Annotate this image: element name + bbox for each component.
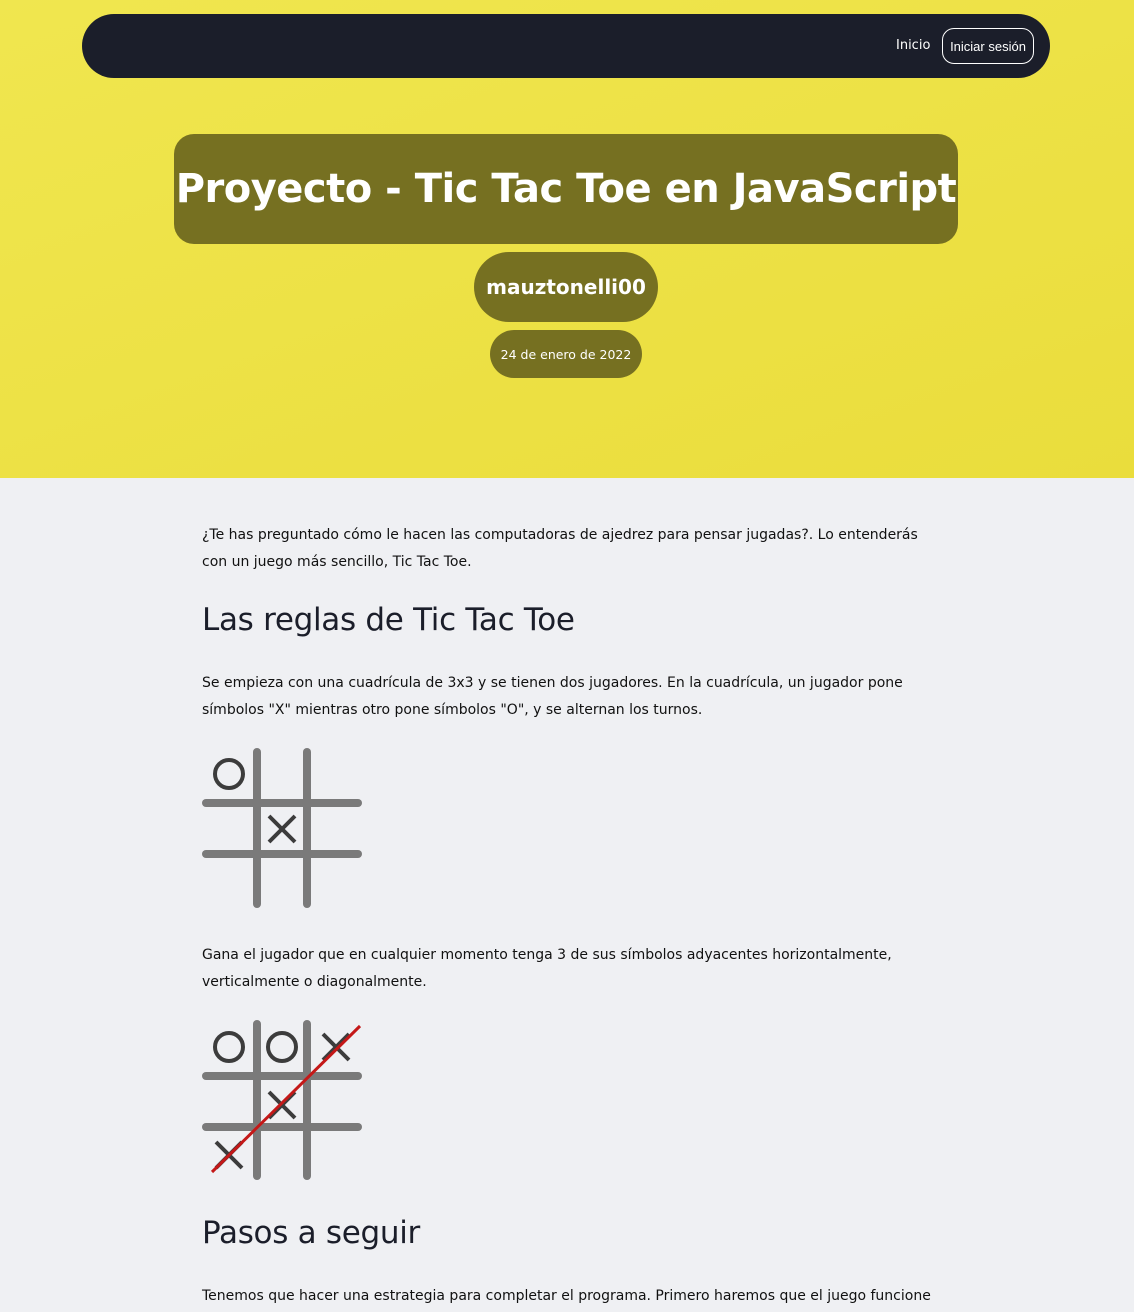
title-box: Proyecto - Tic Tac Toe en JavaScript [174, 134, 958, 244]
login-button[interactable]: Iniciar sesión [942, 28, 1034, 64]
page-title: Proyecto - Tic Tac Toe en JavaScript [175, 166, 957, 212]
heading-steps: Pasos a seguir [202, 1215, 420, 1251]
o-symbol-icon [213, 1031, 245, 1063]
winning-line [210, 1024, 362, 1174]
o-symbol-icon [266, 1031, 298, 1063]
x-symbol-icon [267, 814, 297, 844]
o-symbol-icon [213, 758, 245, 790]
win-paragraph: Gana el jugador que en cualquier momento… [202, 947, 892, 990]
author-badge[interactable]: mauztonelli00 [474, 252, 658, 322]
tictactoe-win-board [202, 1020, 362, 1180]
nav-link-home[interactable]: Inicio [896, 38, 930, 54]
tictactoe-example-board [202, 748, 362, 908]
heading-rules: Las reglas de Tic Tac Toe [202, 602, 575, 638]
steps-paragraph: Tenemos que hacer una estrategia para co… [202, 1288, 931, 1304]
intro-paragraph: ¿Te has preguntado cómo le hacen las com… [202, 527, 918, 570]
date-badge: 24 de enero de 2022 [490, 330, 642, 378]
rules-paragraph: Se empieza con una cuadrícula de 3x3 y s… [202, 675, 903, 718]
x-symbol-icon [321, 1032, 351, 1062]
